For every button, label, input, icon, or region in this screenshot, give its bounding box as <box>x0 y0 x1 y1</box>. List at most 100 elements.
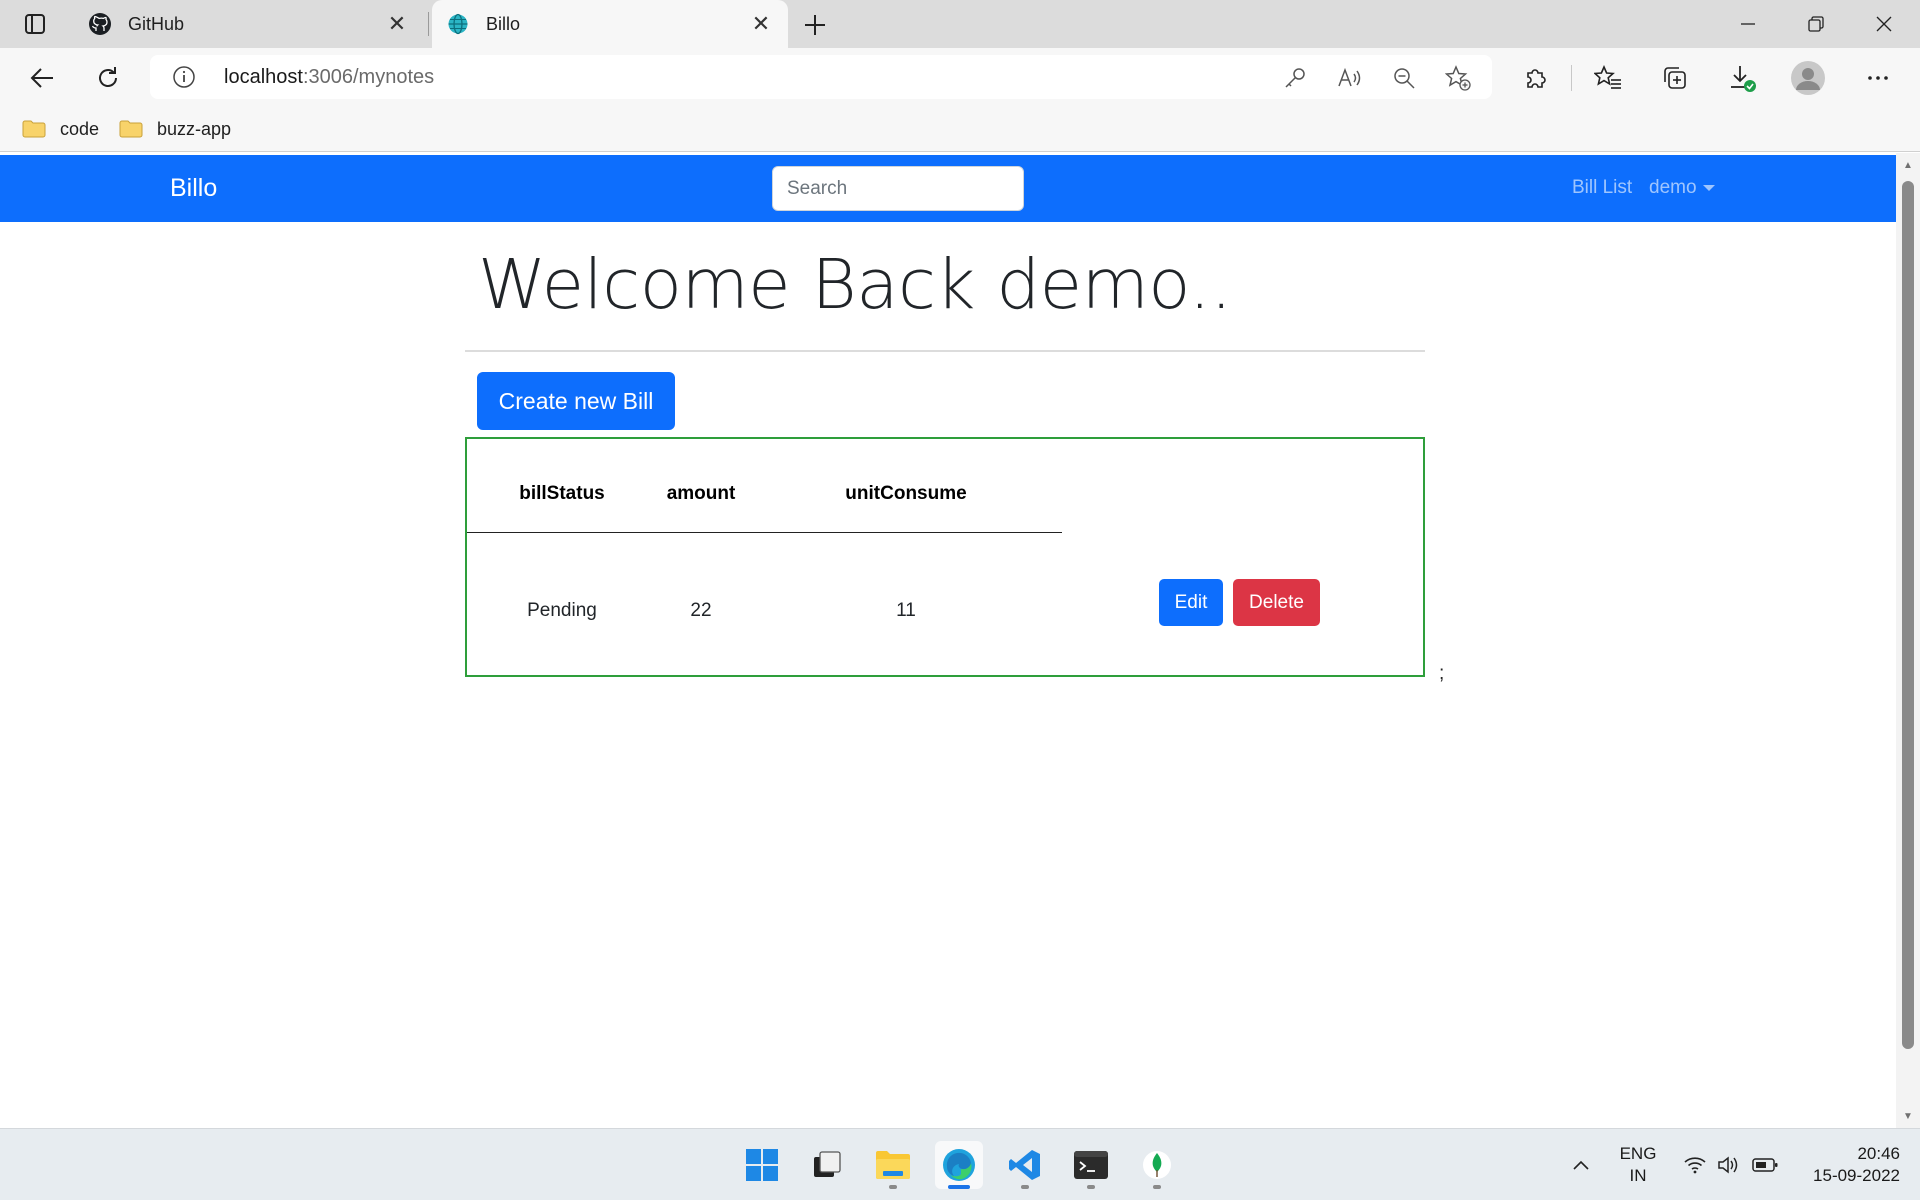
column-header-amount: amount <box>666 483 736 504</box>
back-button[interactable] <box>22 58 62 98</box>
address-bar[interactable]: localhost:3006/mynotes <box>150 55 1492 99</box>
create-bill-button[interactable]: Create new Bill <box>477 372 675 430</box>
page-title: Welcome Back demo.. <box>478 245 1232 325</box>
wifi-icon <box>1684 1157 1706 1174</box>
clock-time: 20:46 <box>1857 1144 1900 1163</box>
tab-actions-button[interactable] <box>18 10 52 38</box>
nav-bill-list[interactable]: Bill List <box>1572 177 1632 199</box>
file-explorer-button[interactable] <box>869 1141 917 1189</box>
chevron-up-icon <box>1573 1160 1589 1170</box>
close-tab-icon[interactable]: ✕ <box>382 9 412 39</box>
scrollbar-thumb[interactable] <box>1902 181 1914 1049</box>
favorites-button[interactable] <box>1588 58 1628 98</box>
puzzle-icon <box>1527 69 1546 88</box>
close-icon <box>1876 16 1892 32</box>
app-navbar: Billo Bill List demo <box>0 155 1896 222</box>
active-indicator <box>948 1185 970 1189</box>
speaker-icon <box>1718 1156 1738 1174</box>
github-icon <box>88 12 112 36</box>
delete-bill-button[interactable]: Delete <box>1233 579 1320 626</box>
edge-button[interactable] <box>935 1141 983 1189</box>
tab-github[interactable]: GitHub ✕ <box>74 0 424 48</box>
folder-icon <box>119 120 143 138</box>
url-text[interactable]: localhost:3006/mynotes <box>224 66 434 89</box>
add-favorite-icon[interactable] <box>1443 63 1473 93</box>
refresh-button[interactable] <box>88 58 128 98</box>
zoom-out-icon[interactable] <box>1389 63 1419 93</box>
show-hidden-icons-button[interactable] <box>1564 1129 1598 1200</box>
read-aloud-icon[interactable] <box>1335 63 1365 93</box>
cell-amount: 22 <box>690 600 712 621</box>
page-scrollbar[interactable]: ▲ ▼ <box>1896 153 1920 1128</box>
bookmark-buzz-app[interactable]: buzz-app <box>119 114 231 144</box>
minimize-icon <box>1741 23 1755 25</box>
mongodb-compass-button[interactable] <box>1133 1141 1181 1189</box>
page-viewport: Billo Bill List demo Welcome Back demo..… <box>0 153 1896 1128</box>
system-clock[interactable]: 20:46 15-09-2022 <box>1790 1143 1900 1187</box>
profile-button[interactable] <box>1788 58 1828 98</box>
terminal-button[interactable] <box>1067 1141 1115 1189</box>
refresh-icon <box>99 67 117 87</box>
url-host: localhost <box>224 66 303 88</box>
browser-tab-strip: GitHub ✕ Billo ✕ <box>0 0 1920 48</box>
language-indicator[interactable]: ENG IN <box>1610 1143 1666 1187</box>
start-button[interactable] <box>738 1141 786 1189</box>
restore-button[interactable] <box>1782 0 1850 48</box>
running-indicator <box>1021 1185 1029 1189</box>
more-dots-icon <box>1868 76 1888 80</box>
brand-logo[interactable]: Billo <box>170 174 217 203</box>
running-indicator <box>1087 1185 1095 1189</box>
cell-unit-consume: 11 <box>896 600 916 621</box>
running-indicator <box>1153 1185 1161 1189</box>
avatar <box>1791 61 1825 95</box>
tab-title: Billo <box>486 13 521 34</box>
language-code: ENG <box>1619 1144 1657 1163</box>
battery-status[interactable] <box>1748 1129 1782 1200</box>
settings-more-button[interactable] <box>1858 58 1898 98</box>
divider <box>465 350 1425 352</box>
header-rule <box>467 532 1062 533</box>
volume-status[interactable] <box>1713 1129 1743 1200</box>
tab-title: GitHub <box>128 13 185 34</box>
collections-button[interactable] <box>1655 58 1695 98</box>
wifi-status[interactable] <box>1680 1129 1710 1200</box>
scroll-down-arrow-icon[interactable]: ▼ <box>1902 1110 1914 1122</box>
scroll-up-arrow-icon[interactable]: ▲ <box>1902 159 1914 171</box>
url-path: :3006/mynotes <box>302 66 435 88</box>
region-code: IN <box>1629 1166 1647 1185</box>
tab-billo[interactable]: Billo ✕ <box>432 0 788 48</box>
bookmark-code[interactable]: code <box>22 114 99 144</box>
new-tab-button[interactable] <box>798 8 832 42</box>
user-name: demo <box>1649 177 1697 198</box>
windows-start-icon <box>746 1149 778 1181</box>
password-key-icon[interactable] <box>1280 63 1310 93</box>
terminal-icon <box>1074 1151 1108 1179</box>
bookmark-label: buzz-app <box>157 118 232 139</box>
download-icon <box>1731 66 1756 92</box>
battery-icon <box>1752 1158 1778 1172</box>
close-window-button[interactable] <box>1850 0 1918 48</box>
running-indicator <box>889 1185 897 1189</box>
tab-separator <box>428 12 429 36</box>
edit-bill-button[interactable]: Edit <box>1159 579 1223 626</box>
extensions-button[interactable] <box>1516 58 1556 98</box>
column-header-unit-consume: unitConsume <box>845 483 967 504</box>
mongodb-icon <box>1143 1151 1171 1179</box>
tab-actions-icon <box>25 14 45 34</box>
task-view-button[interactable] <box>803 1141 851 1189</box>
edge-icon <box>943 1149 975 1181</box>
cell-bill-status: Pending <box>527 600 597 621</box>
close-tab-icon[interactable]: ✕ <box>746 9 776 39</box>
folder-icon <box>22 120 46 138</box>
minimize-button[interactable] <box>1714 0 1782 48</box>
site-info-icon[interactable] <box>172 65 196 94</box>
vscode-button[interactable] <box>1001 1141 1049 1189</box>
clock-date: 15-09-2022 <box>1813 1166 1900 1185</box>
favorites-star-icon <box>1594 65 1621 89</box>
search-input[interactable] <box>772 166 1024 211</box>
browser-toolbar: localhost:3006/mynotes <box>0 48 1920 106</box>
back-arrow-icon <box>30 68 53 88</box>
caret-down-icon <box>1702 184 1715 191</box>
downloads-button[interactable] <box>1722 58 1762 98</box>
user-dropdown[interactable]: demo <box>1649 177 1715 199</box>
